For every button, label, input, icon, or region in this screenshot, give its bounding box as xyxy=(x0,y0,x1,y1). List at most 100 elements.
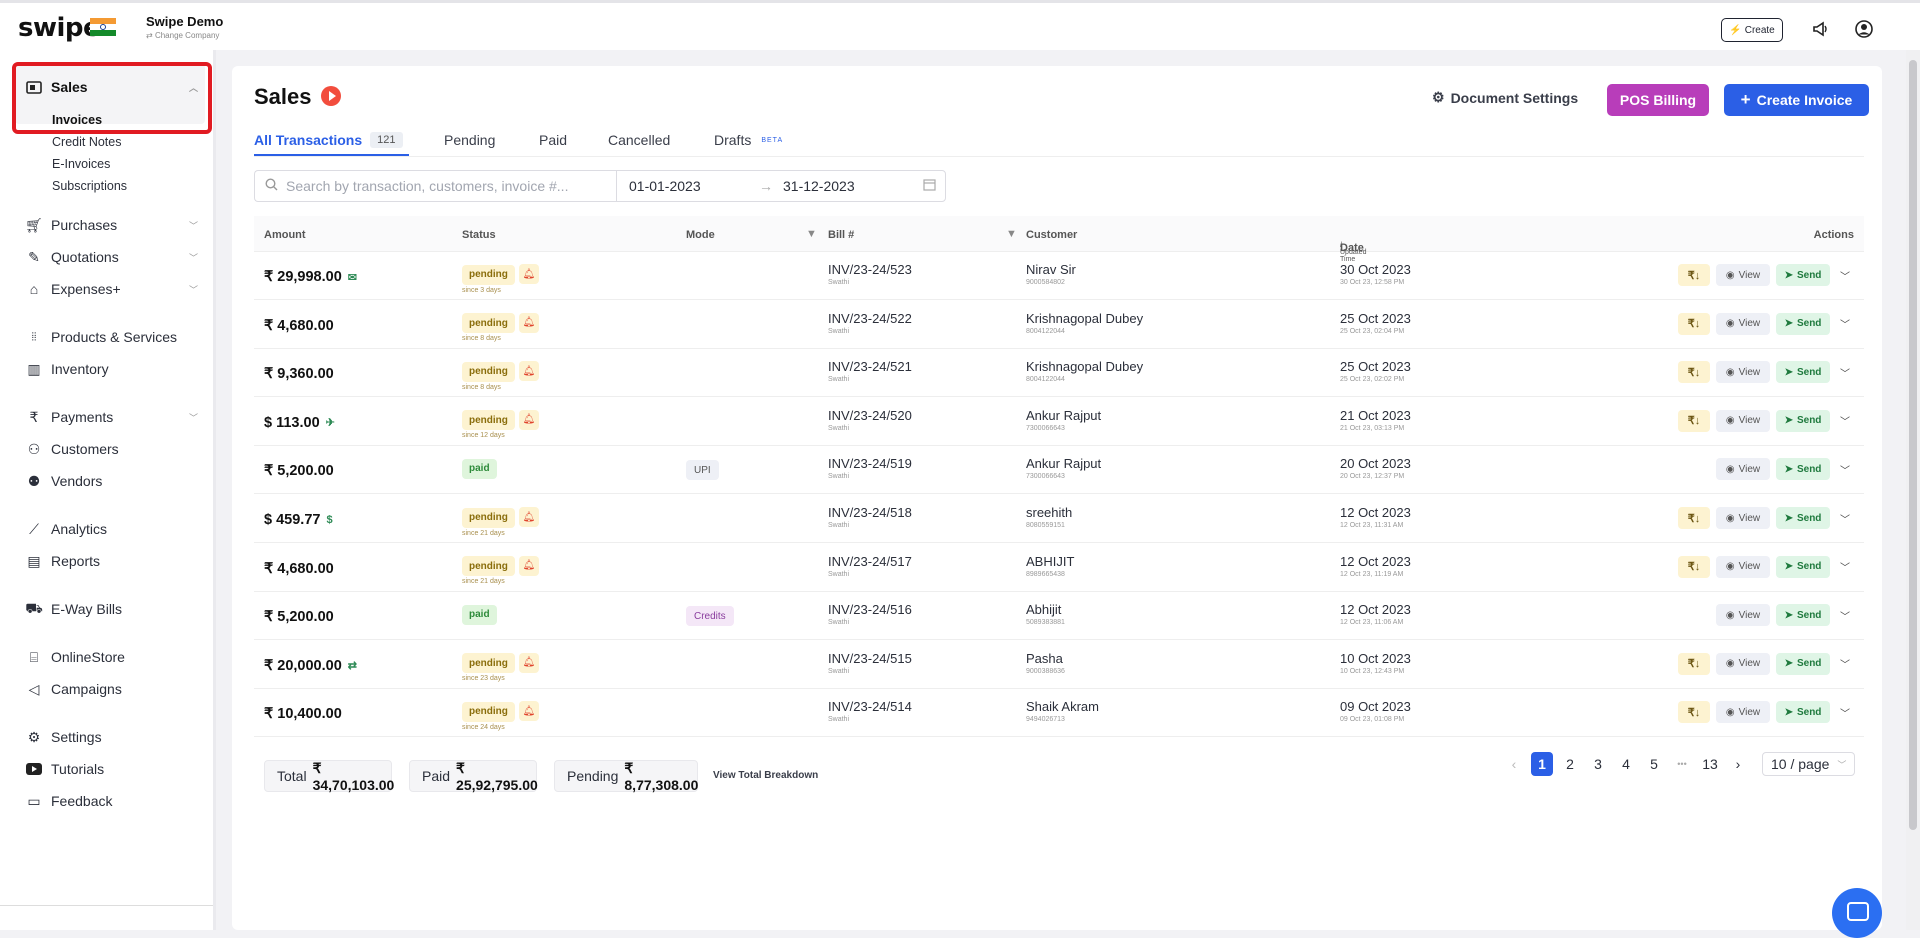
chevron-down-icon[interactable]: ﹀ xyxy=(1836,268,1854,283)
bill-cell[interactable]: INV/23-24/517 Swathi xyxy=(828,554,912,578)
chevron-down-icon[interactable]: ﹀ xyxy=(1836,413,1854,428)
amount[interactable]: ₹ 5,200.00 xyxy=(264,463,334,479)
sidebar-item-settings[interactable]: ⚙ Settings xyxy=(26,726,198,748)
send-button[interactable]: ➤ Send xyxy=(1776,555,1830,578)
play-video-icon[interactable] xyxy=(321,86,341,106)
next-page-button[interactable]: › xyxy=(1724,752,1752,776)
filter-icon[interactable]: ▼ xyxy=(806,228,817,240)
status-badge[interactable]: pending xyxy=(462,507,515,528)
chevron-down-icon[interactable]: ﹀ xyxy=(1836,462,1854,477)
pos-billing-button[interactable]: POS Billing xyxy=(1607,84,1709,116)
page-3[interactable]: 3 xyxy=(1584,752,1612,776)
page-5[interactable]: 5 xyxy=(1640,752,1668,776)
tab-paid[interactable]: Paid xyxy=(539,126,608,154)
chevron-down-icon[interactable]: ﹀ xyxy=(1836,365,1854,380)
col-customer[interactable]: Customer xyxy=(1026,229,1077,241)
page-13[interactable]: 13 xyxy=(1696,752,1724,776)
amount[interactable]: ₹ 29,998.00 ✉ xyxy=(264,269,357,285)
page-2[interactable]: 2 xyxy=(1556,752,1584,776)
send-button[interactable]: ➤ Send xyxy=(1776,507,1830,529)
bill-cell[interactable]: INV/23-24/515 Swathi xyxy=(828,651,912,675)
sidebar-item-feedback[interactable]: ▭ Feedback xyxy=(26,790,198,812)
status-badge[interactable]: pending xyxy=(462,701,515,722)
sidebar-item-customers[interactable]: ⚇ Customers xyxy=(26,438,198,460)
table-row[interactable]: ₹ 29,998.00 ✉ pending 🔔︎ since 3 days INV/23-… xyxy=(254,252,1864,300)
chevron-down-icon[interactable]: ﹀ xyxy=(1836,656,1854,671)
bill-cell[interactable]: INV/23-24/516 Swathi xyxy=(828,602,912,626)
send-button[interactable]: ➤ Send xyxy=(1776,701,1830,724)
sidebar-item-sales-label[interactable]: Sales ︿ xyxy=(26,76,198,98)
customer-cell[interactable]: Ankur Rajput 7300066643 xyxy=(1026,408,1101,432)
col-bill[interactable]: Bill # xyxy=(828,229,854,241)
table-row[interactable]: ₹ 4,680.00 pending 🔔︎ since 8 days INV/23-24… xyxy=(254,301,1864,349)
chevron-down-icon[interactable]: ﹀ xyxy=(1836,559,1854,574)
bell-reminder-icon[interactable]: 🔔︎ xyxy=(518,507,539,527)
bell-reminder-icon[interactable]: 🔔︎ xyxy=(518,701,539,722)
tab-pending[interactable]: Pending xyxy=(444,126,539,154)
bill-cell[interactable]: INV/23-24/520 Swathi xyxy=(828,408,912,432)
col-status[interactable]: Status xyxy=(462,229,496,241)
amount[interactable]: $ 459.77 $ xyxy=(264,512,333,528)
bell-reminder-icon[interactable]: 🔔︎ xyxy=(518,361,539,382)
customer-cell[interactable]: Krishnagopal Dubey 8004122044 xyxy=(1026,359,1143,383)
prev-page-button[interactable]: ‹ xyxy=(1500,752,1528,776)
view-button[interactable]: ◉ View xyxy=(1716,652,1770,675)
record-payment-button[interactable]: ₹↓ xyxy=(1678,701,1710,724)
send-button[interactable]: ➤ Send xyxy=(1776,604,1830,627)
status-badge[interactable]: pending xyxy=(462,556,515,577)
bell-reminder-icon[interactable]: 🔔︎ xyxy=(518,555,539,576)
status-badge[interactable]: pending xyxy=(462,410,515,431)
sidebar-subitem-credit-notes[interactable]: Credit Notes xyxy=(52,135,121,149)
customer-cell[interactable]: Pasha 9000388636 xyxy=(1026,651,1065,675)
customer-cell[interactable]: Shaik Akram 9494026713 xyxy=(1026,699,1099,723)
sidebar-subitem-invoices[interactable]: Invoices xyxy=(52,113,102,127)
page-scrollbar[interactable] xyxy=(1906,50,1920,930)
account-icon[interactable] xyxy=(1854,19,1874,39)
bell-reminder-icon[interactable]: 🔔︎ xyxy=(518,264,539,284)
amount[interactable]: ₹ 4,680.00 xyxy=(264,561,334,577)
page-1[interactable]: 1 xyxy=(1531,752,1553,776)
customer-cell[interactable]: Ankur Rajput 7300066643 xyxy=(1026,456,1101,480)
bill-cell[interactable]: INV/23-24/523 Swathi xyxy=(828,262,912,286)
customer-cell[interactable]: ABHIJIT 8989665438 xyxy=(1026,554,1074,578)
sidebar-subitem-subscriptions[interactable]: Subscriptions xyxy=(52,179,127,193)
document-settings-button[interactable]: ⚙ Document Settings xyxy=(1432,89,1578,106)
create-invoice-button[interactable]: + Create Invoice xyxy=(1724,84,1869,116)
announcements-icon[interactable] xyxy=(1810,19,1830,39)
view-button[interactable]: ◉ View xyxy=(1716,264,1770,286)
page-4[interactable]: 4 xyxy=(1612,752,1640,776)
send-button[interactable]: ➤ Send xyxy=(1776,361,1830,384)
bell-reminder-icon[interactable]: 🔔︎ xyxy=(518,652,539,673)
sidebar-item-expenses[interactable]: ⌂ Expenses+ ﹀ xyxy=(26,278,198,300)
swipe-logo[interactable]: swipe xyxy=(18,13,101,43)
chevron-down-icon[interactable]: ﹀ xyxy=(1836,608,1854,623)
view-total-breakdown-link[interactable]: View Total Breakdown xyxy=(713,770,818,781)
date-from[interactable]: 01-01-2023 xyxy=(629,178,759,194)
amount[interactable]: ₹ 10,400.00 xyxy=(264,706,342,722)
bell-reminder-icon[interactable]: 🔔︎ xyxy=(518,409,539,430)
sidebar-item-inventory[interactable]: ▥ Inventory xyxy=(26,358,198,380)
sidebar-item-products-services[interactable]: ⦙⦙ Products & Services xyxy=(26,326,198,348)
more-pages[interactable]: ••• xyxy=(1668,752,1696,776)
send-button[interactable]: ➤ Send xyxy=(1776,264,1830,286)
send-button[interactable]: ➤ Send xyxy=(1776,652,1830,675)
sidebar-item-vendors[interactable]: ⚉ Vendors xyxy=(26,470,198,492)
date-range-picker[interactable]: 01-01-2023 → 31-12-2023 xyxy=(616,170,946,202)
status-badge[interactable]: paid xyxy=(462,604,497,625)
amount[interactable]: ₹ 4,680.00 xyxy=(264,318,334,334)
send-button[interactable]: ➤ Send xyxy=(1776,312,1830,335)
sidebar-item-onlinestore[interactable]: ⌸ OnlineStore xyxy=(26,646,198,668)
amount[interactable]: ₹ 9,360.00 xyxy=(264,366,334,382)
view-button[interactable]: ◉ View xyxy=(1716,458,1770,481)
customer-cell[interactable]: Nirav Sir 9000584802 xyxy=(1026,262,1076,286)
bill-cell[interactable]: INV/23-24/521 Swathi xyxy=(828,359,912,383)
tab-all-transactions[interactable]: All Transactions 121 xyxy=(254,126,444,154)
status-badge[interactable]: pending xyxy=(462,361,515,382)
chevron-down-icon[interactable]: ﹀ xyxy=(1836,511,1854,526)
support-chat-button[interactable] xyxy=(1832,888,1882,938)
table-row[interactable]: $ 113.00 ✈ pending 🔔︎ since 12 days INV/23-24… xyxy=(254,398,1864,446)
record-payment-button[interactable]: ₹↓ xyxy=(1678,555,1710,578)
tab-cancelled[interactable]: Cancelled xyxy=(608,126,714,154)
top-create-button[interactable]: ⚡ Create xyxy=(1721,18,1783,42)
sidebar-item-reports[interactable]: ▤ Reports xyxy=(26,550,198,572)
